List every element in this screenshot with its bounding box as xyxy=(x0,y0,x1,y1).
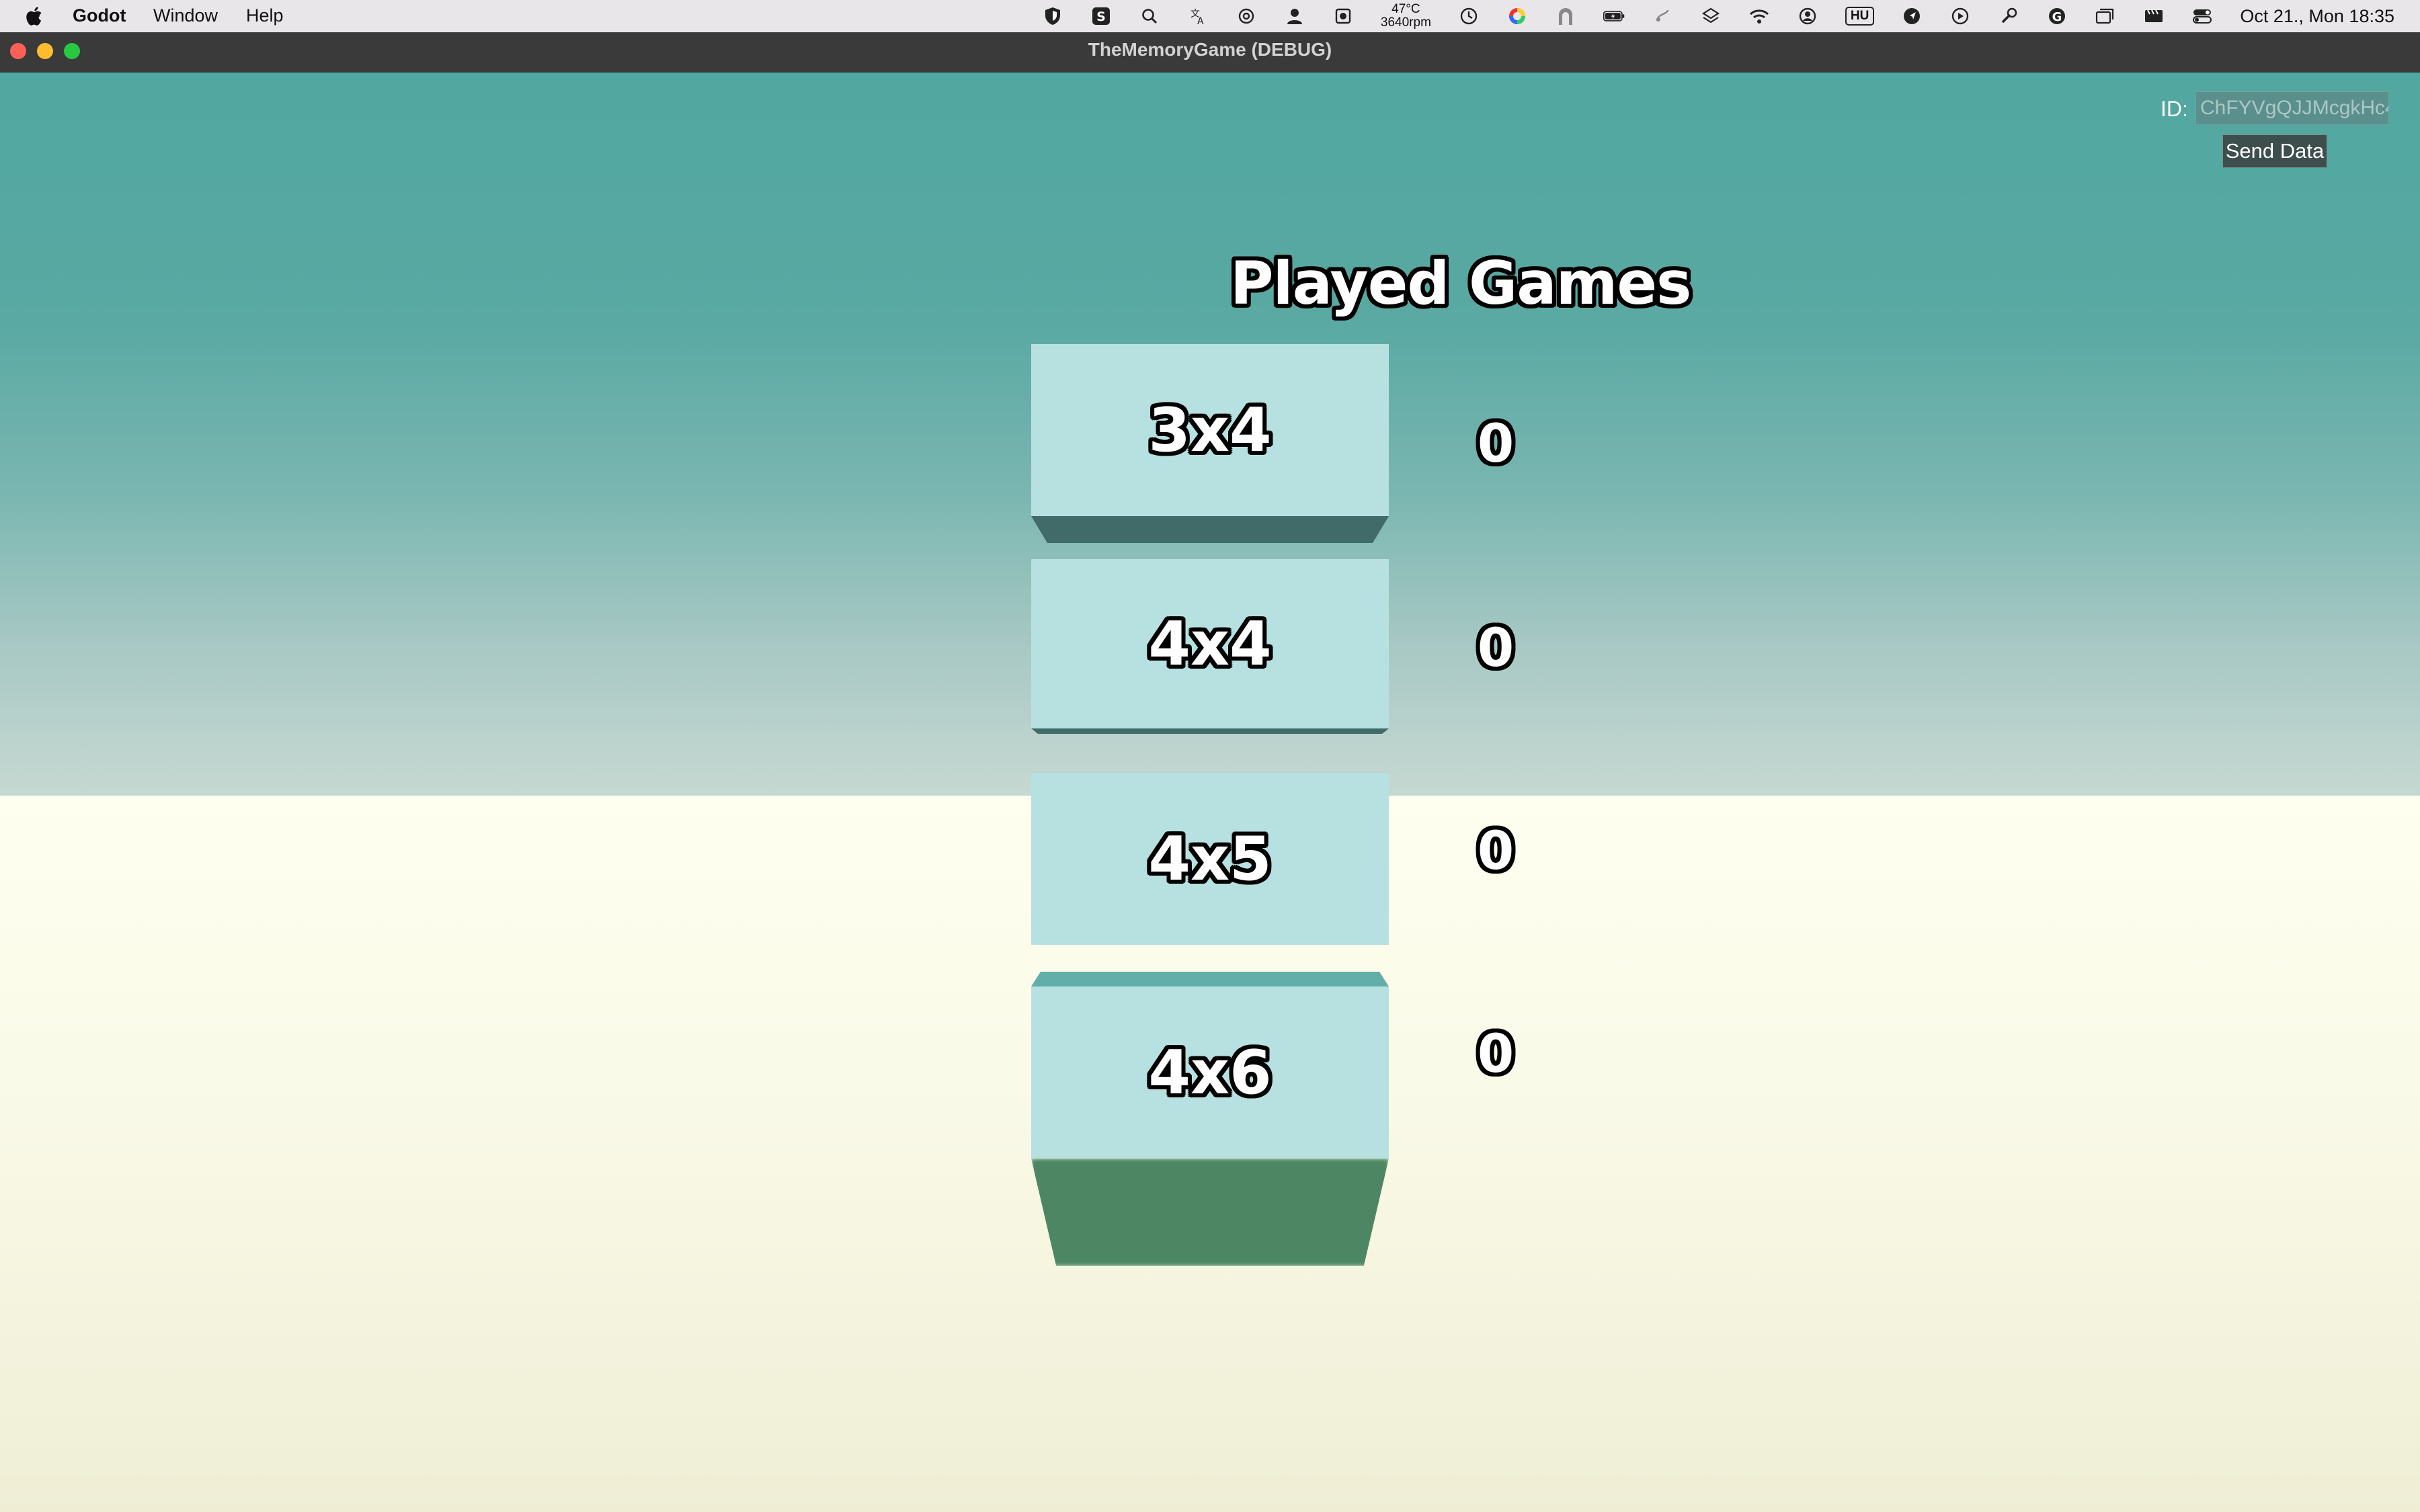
fan-speed-value: 3640rpm xyxy=(1380,15,1431,30)
count-4x6: 0 xyxy=(1477,1024,1515,1085)
button-4x4-bottom-face xyxy=(1031,728,1389,734)
account-icon[interactable] xyxy=(1797,5,1818,27)
arch-icon[interactable] xyxy=(1555,5,1576,27)
played-games-title: Played Games xyxy=(1230,249,1691,318)
s-app-icon[interactable]: S xyxy=(1090,5,1112,27)
clapper-icon[interactable] xyxy=(2143,5,2165,27)
menubar-clock[interactable]: Oct 21., Mon 18:35 xyxy=(2240,6,2394,27)
temperature-readout[interactable]: 47°C 3640rpm xyxy=(1381,3,1431,30)
count-3x4: 0 xyxy=(1477,414,1515,474)
layers-icon[interactable] xyxy=(1700,5,1722,27)
clock-icon[interactable] xyxy=(1458,5,1480,27)
mode-button-4x6-label: 4x6 xyxy=(1148,1037,1272,1108)
grammarly-icon[interactable]: G xyxy=(2046,5,2068,27)
help-menu[interactable]: Help xyxy=(246,5,284,26)
svg-text:G: G xyxy=(2052,10,2062,24)
mode-button-4x6[interactable]: 4x6 xyxy=(1031,986,1389,1159)
window-title: TheMemoryGame (DEBUG) xyxy=(1088,39,1332,60)
cpu-icon[interactable] xyxy=(1332,5,1354,27)
openai-icon[interactable] xyxy=(1236,5,1257,27)
mode-button-3x4-label: 3x4 xyxy=(1148,394,1272,466)
mode-button-4x4[interactable]: 4x4 xyxy=(1031,559,1389,728)
game-viewport: ID: ChFYVgQJJMcgkHc4 Send Data Played Ga… xyxy=(0,73,2420,1512)
count-4x5: 0 xyxy=(1477,821,1515,882)
play-icon[interactable] xyxy=(1949,5,1971,27)
id-label: ID: xyxy=(2161,97,2188,121)
mode-button-4x5[interactable]: 4x5 xyxy=(1031,773,1389,945)
handoff-icon[interactable] xyxy=(1652,5,1673,27)
player-id-field[interactable]: ChFYVgQJJMcgkHc4 xyxy=(2195,91,2389,125)
count-4x4: 0 xyxy=(1477,618,1515,679)
window-menu[interactable]: Window xyxy=(153,5,218,26)
svg-text:S: S xyxy=(1096,9,1106,24)
input-source-indicator[interactable]: HU xyxy=(1845,7,1875,26)
menu-bar: Godot Window Help S 文A 47°C 3640rpm HU G… xyxy=(0,0,2420,32)
button-3x4-bottom-face xyxy=(1031,516,1389,543)
windows-icon[interactable] xyxy=(2095,5,2116,27)
color-wheel-icon[interactable] xyxy=(1506,5,1528,27)
desktop-screen: Godot Window Help S 文A 47°C 3640rpm HU G… xyxy=(0,0,2420,1512)
mode-button-4x5-label: 4x5 xyxy=(1148,823,1272,894)
send-data-button[interactable]: Send Data xyxy=(2222,134,2327,168)
apple-menu-icon[interactable] xyxy=(26,5,46,27)
app-menu[interactable]: Godot xyxy=(73,5,126,26)
tools-icon[interactable] xyxy=(1998,5,2019,27)
temperature-value: 47°C xyxy=(1392,2,1420,16)
location-icon[interactable] xyxy=(1901,5,1923,27)
control-center-icon[interactable] xyxy=(2191,5,2213,27)
shield-icon[interactable] xyxy=(1042,5,1063,27)
svg-text:A: A xyxy=(1197,16,1204,26)
mode-button-4x4-label: 4x4 xyxy=(1148,608,1272,679)
wifi-icon[interactable] xyxy=(1748,5,1770,27)
status-tray: S 文A 47°C 3640rpm HU G Oct 21., Mon 18:3… xyxy=(1015,0,2420,32)
search-icon[interactable] xyxy=(1139,5,1160,27)
mode-button-3x4[interactable]: 3x4 xyxy=(1031,344,1389,516)
battery-icon[interactable] xyxy=(1603,5,1625,27)
user-icon[interactable] xyxy=(1284,5,1305,27)
button-4x6-top-face xyxy=(1031,972,1389,986)
floor-shadow xyxy=(1031,1159,1389,1266)
translate-icon[interactable]: 文A xyxy=(1187,5,1209,27)
